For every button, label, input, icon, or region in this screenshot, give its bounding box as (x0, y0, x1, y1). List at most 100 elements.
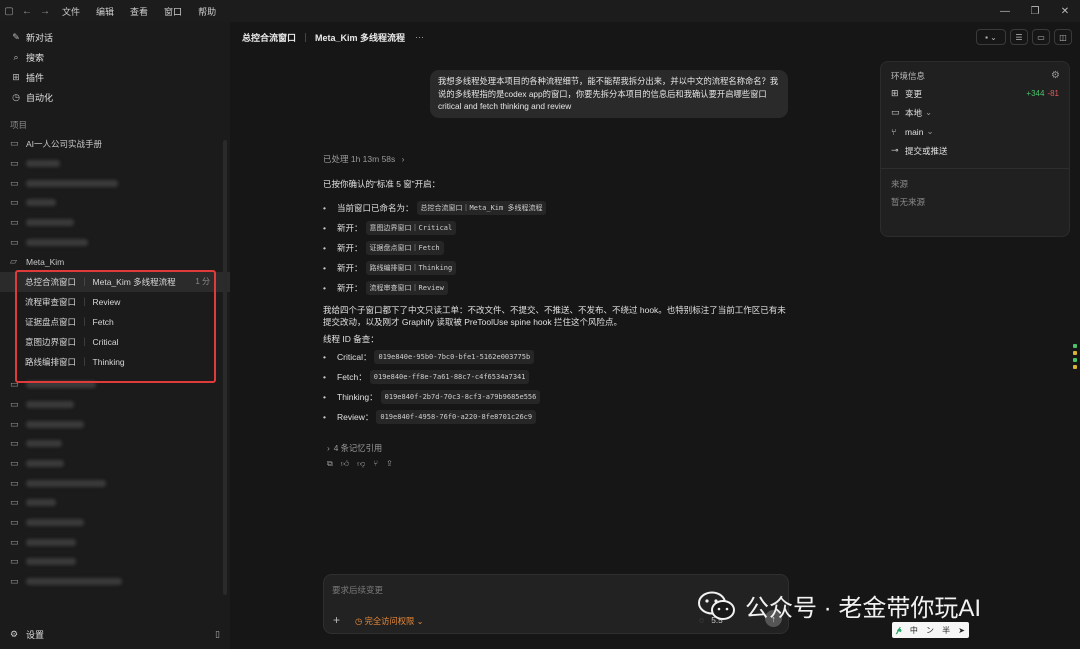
thread-id-label: Fetch： (337, 372, 367, 382)
project-item-blurred[interactable]: ▭ (0, 473, 230, 493)
project-item-blurred[interactable]: ▭ (0, 572, 230, 592)
env-branch[interactable]: ⑂ main ⌄ (891, 122, 1059, 141)
access-mode-dropdown[interactable]: ◷ 完全访问权限 ⌄ (355, 615, 424, 627)
terminal-icon[interactable]: ▭ (1032, 29, 1050, 45)
thread-tag: Review (92, 296, 121, 307)
close-icon[interactable]: ✕ (1050, 0, 1080, 22)
send-icon[interactable]: ➤ (958, 626, 965, 635)
open-in-dropdown[interactable]: ▪ ⌄ (976, 29, 1006, 45)
menu-window[interactable]: 窗口 (156, 5, 190, 18)
search-icon: ⌕ (13, 51, 19, 62)
ime-mode[interactable]: 中 (910, 625, 918, 636)
gear-icon[interactable]: ⚙ (1051, 70, 1060, 81)
add-attachment-icon[interactable]: + (333, 613, 340, 627)
project-item-blurred[interactable]: ▭ (0, 375, 230, 395)
composer-placeholder[interactable]: 要求后续变更 (332, 584, 383, 596)
watermark-text: 公众号 · 老金带你玩AI (745, 595, 982, 622)
thread-tag: Thinking (92, 356, 125, 367)
project-item-blurred[interactable]: ▭ (0, 395, 230, 415)
thread-item[interactable]: 证据盘点窗口｜ Fetch (0, 312, 230, 332)
sidebar-toggle-icon[interactable]: ▢ (0, 0, 18, 22)
nav-automation[interactable]: ◷ 自动化 (0, 87, 230, 107)
memory-references[interactable]: › 4 条记忆引用 (327, 442, 382, 454)
thread-item[interactable]: 总控合流窗口｜ Meta_Kim 多线程流程 1 分 (0, 271, 230, 292)
env-title: 环境信息 (891, 71, 926, 81)
project-item-blurred[interactable]: ▭ (0, 173, 230, 193)
more-options-icon[interactable]: ··· (415, 32, 424, 42)
folder-icon: ▭ (10, 138, 19, 149)
project-name: Meta_Kim (26, 256, 65, 267)
project-item-blurred[interactable]: ▭ (0, 493, 230, 513)
assistant-message: 已按你确认的“标准 5 窗”开启： 当前窗口已命名为：总控合流窗口｜Meta_K… (323, 178, 793, 427)
nav-search-label: 搜索 (26, 52, 45, 63)
copy-icon[interactable]: ⧉ (327, 459, 333, 469)
assistant-intro: 已按你确认的“标准 5 窗”开启： (323, 179, 441, 189)
project-item-blurred[interactable]: ▭ (0, 232, 230, 252)
project-item-blurred[interactable]: ▭ (0, 154, 230, 174)
diff-toggle-icon[interactable]: ☰ (1010, 29, 1028, 45)
panel-toggle-icon[interactable]: ◫ (1054, 29, 1072, 45)
thread-item[interactable]: 路线编排窗口｜ Thinking (0, 352, 230, 372)
env-commit[interactable]: ⊸ 提交或推送 (891, 141, 1059, 160)
folder-icon: ▭ (10, 457, 19, 468)
project-item-blurred[interactable]: ▭ (0, 434, 230, 454)
ime-width[interactable]: 半 (942, 625, 950, 636)
environment-panel: 环境信息 ⚙ ⊞ 变更 +344 -81 ▭ 本地 ⌄ ⑂ main ⌄ ⊸ 提… (880, 61, 1070, 237)
project-item[interactable]: ▭ AI一人公司实战手册 (0, 134, 230, 154)
nav-plugins[interactable]: ⊞ 插件 (0, 67, 230, 87)
ime-logo-icon: 𝓅 (896, 625, 902, 634)
projects-label: 项目 (10, 120, 28, 130)
list-item: 当前窗口已命名为：总控合流窗口｜Meta_Kim 多线程流程 (323, 198, 793, 218)
list-item: 新开：意图边界窗口｜Critical (323, 218, 793, 238)
project-item-blurred[interactable]: ▭ (0, 513, 230, 533)
project-item-blurred[interactable]: ▭ (0, 454, 230, 474)
thread-item[interactable]: 流程审查窗口｜ Review (0, 292, 230, 312)
folder-open-icon: ▱ (10, 256, 17, 267)
nav-new-chat[interactable]: ✎ 新对话 (0, 27, 230, 47)
env-changes-label: 变更 (905, 88, 923, 99)
project-item-blurred[interactable]: ▭ (0, 193, 230, 213)
folder-icon: ▭ (10, 217, 19, 228)
env-local[interactable]: ▭ 本地 ⌄ (891, 103, 1059, 122)
list-item: Critical：019e840e-95b0-7bc0-bfe1-5162e00… (323, 347, 793, 367)
thumbs-up-icon[interactable]: 👍︎ (341, 459, 349, 469)
project-item-blurred[interactable]: ▭ (0, 552, 230, 572)
fork-icon[interactable]: ⑂ (373, 459, 378, 469)
scroll-markers (1073, 344, 1077, 374)
ime-punct[interactable]: ン (926, 625, 934, 636)
chevron-right-icon: › (401, 154, 405, 164)
project-item-blurred[interactable]: ▭ (0, 532, 230, 552)
project-item-meta-kim[interactable]: ▱ Meta_Kim (0, 252, 230, 272)
divider (881, 168, 1069, 169)
menu-view[interactable]: 查看 (122, 5, 156, 18)
back-arrow-icon[interactable]: ← (18, 0, 36, 22)
share-icon[interactable]: ⇪ (386, 459, 393, 469)
menu-file[interactable]: 文件 (54, 5, 88, 18)
thread-id-label: Thinking： (337, 392, 378, 402)
nav-search[interactable]: ⌕ 搜索 (0, 47, 230, 67)
menu-edit[interactable]: 编辑 (88, 5, 122, 18)
thumbs-down-icon[interactable]: 👎︎ (357, 459, 365, 469)
folder-icon: ▭ (10, 497, 19, 508)
folder-icon: ▭ (10, 398, 19, 409)
processed-time[interactable]: 已处理 1h 13m 58s › (323, 153, 405, 165)
project-item-blurred[interactable]: ▭ (0, 213, 230, 233)
maximize-icon[interactable]: ❐ (1020, 0, 1050, 22)
list-prefix: 新开： (337, 243, 363, 253)
new-chat-icon: ✎ (12, 31, 20, 42)
project-item-blurred[interactable]: ▭ (0, 414, 230, 434)
phone-icon[interactable]: ▯ (215, 629, 220, 640)
menu-help[interactable]: 帮助 (190, 5, 224, 18)
thread-id-list: Critical：019e840e-95b0-7bc0-bfe1-5162e00… (323, 347, 793, 427)
forward-arrow-icon[interactable]: → (36, 0, 54, 22)
folder-icon: ▭ (10, 477, 19, 488)
ime-toolbar[interactable]: 𝓅 中 ン 半 ➤ (892, 622, 969, 638)
sidebar-scrollbar[interactable] (223, 140, 227, 595)
gear-icon: ⚙ (10, 628, 19, 639)
minimize-icon[interactable]: — (990, 0, 1020, 22)
folder-icon: ▭ (10, 516, 19, 527)
env-changes[interactable]: ⊞ 变更 +344 -81 (891, 84, 1059, 103)
settings-button[interactable]: ⚙ 设置 ▯ (0, 619, 230, 649)
thread-id-code: 019e840e-ff8e-7a61-88c7-c4f6534a7341 (369, 370, 530, 384)
thread-item[interactable]: 意图边界窗口｜ Critical (0, 332, 230, 352)
